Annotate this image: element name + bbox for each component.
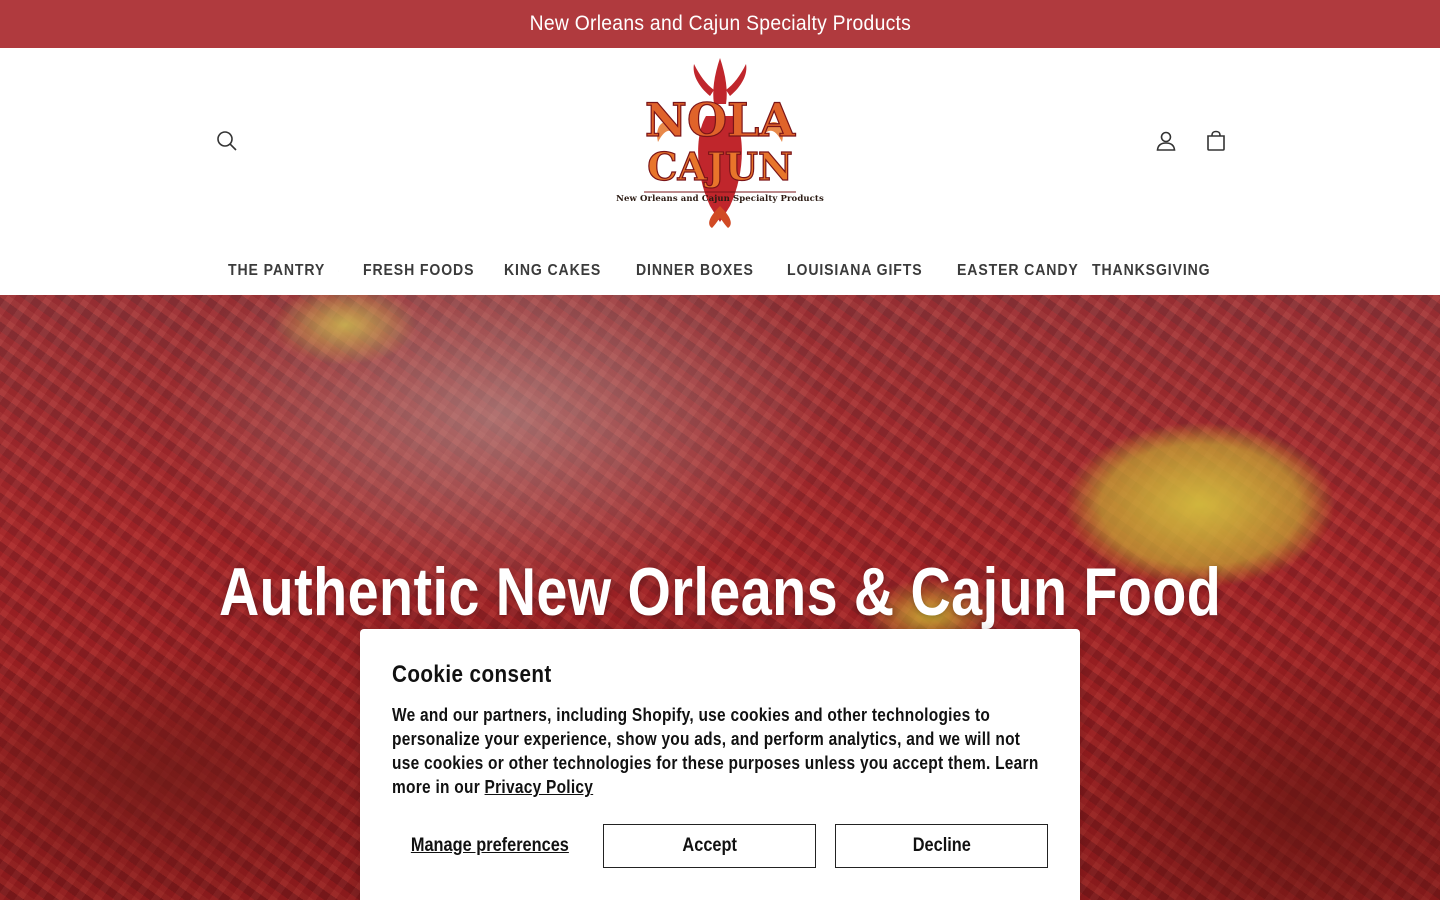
nav-item-dinner-boxes[interactable]: DINNER BOXES [624, 248, 775, 294]
search-icon [217, 131, 237, 151]
main-navigation: THE PANTRY FRESH FOODS KING CAKES DINNER… [0, 248, 1440, 294]
cookie-consent-dialog: Cookie consent We and our partners, incl… [360, 629, 1080, 900]
accept-button[interactable]: Accept [603, 824, 816, 868]
decline-button[interactable]: Decline [835, 824, 1048, 868]
svg-text:NOLA: NOLA [645, 93, 796, 147]
cart-icon [1207, 130, 1225, 151]
nav-item-easter-candy[interactable]: EASTER CANDY [945, 248, 1080, 294]
account-button[interactable] [1146, 121, 1186, 161]
nav-item-king-cakes[interactable]: KING CAKES [492, 248, 624, 294]
nav-item-label: LOUISIANA GIFTS [787, 262, 923, 279]
privacy-policy-link[interactable]: Privacy Policy [485, 777, 594, 797]
nav-item-label: EASTER CANDY [957, 262, 1079, 279]
nav-item-label: THE PANTRY [228, 262, 326, 279]
nav-item-the-pantry[interactable]: THE PANTRY [216, 248, 351, 294]
cookie-title: Cookie consent [392, 661, 552, 688]
cookie-body: We and our partners, including Shopify, … [392, 705, 1039, 797]
search-button[interactable] [207, 121, 247, 161]
nav-item-label: KING CAKES [504, 262, 602, 279]
nav-item-label: THANKSGIVING [1092, 262, 1211, 279]
svg-text:CAJUN: CAJUN [647, 144, 793, 189]
cookie-actions: Manage preferences Accept Decline [392, 824, 1048, 868]
crawfish-logo-graphic: NOLA CAJUN [644, 58, 797, 228]
cart-button[interactable] [1196, 121, 1236, 161]
manage-preferences-button[interactable]: Manage preferences [392, 824, 587, 868]
nav-item-fresh-foods[interactable]: FRESH FOODS [351, 248, 492, 294]
hero-title: Authentic New Orleans & Cajun Food [218, 554, 1222, 630]
account-icon [1156, 131, 1176, 151]
nav-item-label: FRESH FOODS [363, 262, 475, 279]
announcement-bar: New Orleans and Cajun Specialty Products [0, 0, 1440, 48]
site-logo[interactable]: NOLA CAJUN New Orleans and Cajun Special… [614, 56, 826, 232]
nav-item-label: DINNER BOXES [636, 262, 754, 279]
nav-item-louisiana-gifts[interactable]: LOUISIANA GIFTS [775, 248, 945, 294]
nav-item-thanksgiving[interactable]: THANKSGIVING [1080, 248, 1224, 294]
announcement-text: New Orleans and Cajun Specialty Products [529, 12, 911, 35]
site-header: NOLA CAJUN New Orleans and Cajun Special… [0, 48, 1440, 238]
logo-tagline: New Orleans and Cajun Specialty Products [616, 194, 824, 204]
chevron-down-icon [338, 270, 339, 272]
